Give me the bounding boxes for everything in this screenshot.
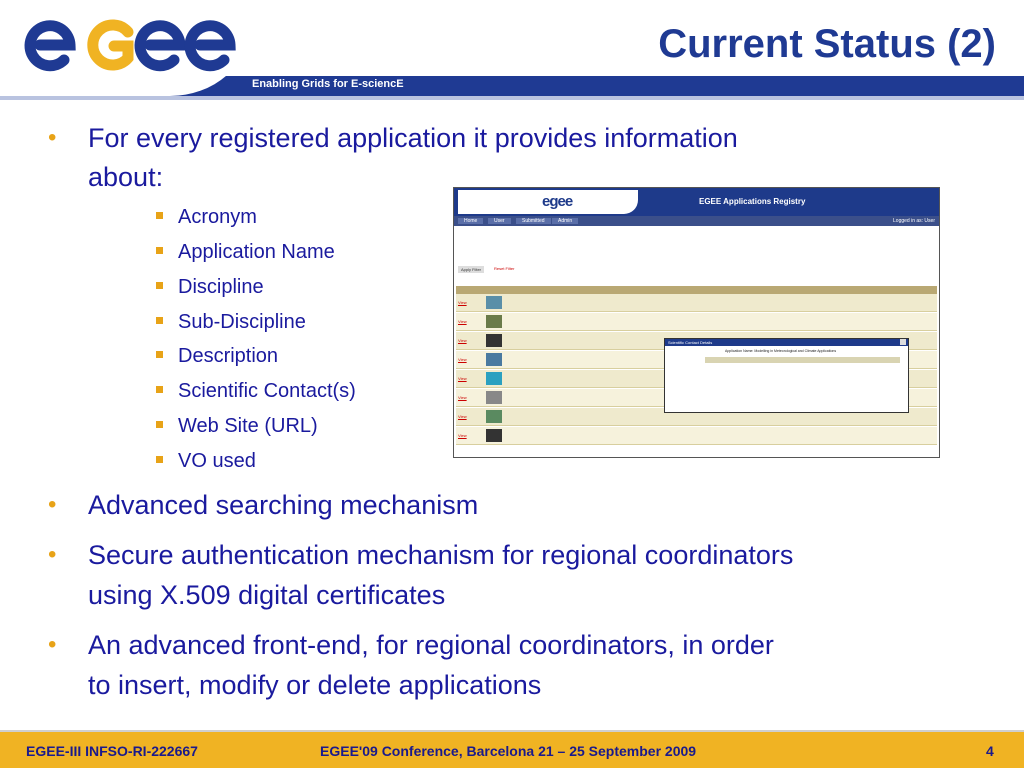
screenshot-body: Apply Filter Reset Filter View View View… [454, 226, 939, 457]
popup-table-header [705, 357, 900, 363]
sub-item: Web Site (URL) [156, 415, 318, 438]
footer-conference: EGEE'09 Conference, Barcelona 21 – 25 Se… [320, 743, 697, 759]
bullet-frontend-cont: to insert, modify or delete applications [88, 668, 541, 702]
square-bullet-icon [156, 282, 163, 289]
thumbnail-icon [486, 391, 502, 404]
screenshot-logo: egee [458, 190, 638, 214]
close-icon [900, 339, 906, 345]
sub-item: VO used [156, 450, 256, 473]
contact-details-popup: Scientific Contact Details Application N… [664, 338, 909, 413]
table-row: View [456, 294, 937, 312]
bullet-auth-cont: using X.509 digital certificates [88, 578, 445, 612]
popup-subtitle: Application Name: Modelling in Meteorolo… [725, 349, 837, 353]
bullet-frontend: • An advanced front-end, for regional co… [48, 628, 774, 662]
square-bullet-icon [156, 317, 163, 324]
sub-item-label: VO used [178, 450, 256, 472]
sub-item: Acronym [156, 206, 257, 229]
sub-item-label: Description [178, 345, 279, 367]
sub-item-label: Scientific Contact(s) [178, 380, 356, 402]
screenshot-view-link: View [458, 376, 467, 381]
screenshot-reset-filter: Reset Filter [494, 266, 515, 271]
sub-item: Discipline [156, 276, 264, 299]
footer-project-code: EGEE-III INFSO-RI-222667 [26, 743, 198, 759]
page-title: Current Status (2) [658, 22, 996, 66]
screenshot-tab-user: User [488, 218, 511, 224]
bullet-intro: • For every registered application it pr… [48, 121, 738, 155]
header-shadow [0, 96, 1024, 100]
sub-item-label: Application Name [178, 241, 335, 263]
screenshot-view-link: View [458, 319, 467, 324]
sub-item: Description [156, 345, 279, 368]
screenshot-tab-admin: Admin [552, 218, 579, 224]
screenshot-view-link: View [458, 433, 467, 438]
popup-row [705, 376, 900, 382]
bullet-text: using X.509 digital certificates [88, 580, 446, 610]
registry-screenshot: egee EGEE Applications Registry Home Use… [453, 187, 940, 458]
page-number: 4 [986, 743, 994, 759]
thumbnail-icon [486, 334, 502, 347]
thumbnail-icon [486, 429, 502, 442]
table-row: View [456, 427, 937, 445]
square-bullet-icon [156, 456, 163, 463]
bullet-text: Advanced searching mechanism [88, 490, 479, 520]
square-bullet-icon [156, 247, 163, 254]
screenshot-apply-filter: Apply Filter [458, 266, 485, 273]
egee-logo-icon [24, 19, 236, 72]
thumbnail-icon [486, 315, 502, 328]
sub-item-label: Sub-Discipline [178, 311, 306, 333]
screenshot-logged-in: Logged in as: User [893, 218, 935, 224]
bullet-dot-icon: • [48, 124, 57, 151]
bullet-intro-cont: about: [88, 160, 163, 194]
bullet-text: to insert, modify or delete applications [88, 670, 542, 700]
screenshot-logo-text: egee [542, 193, 573, 210]
bullet-dot-icon: • [48, 631, 57, 658]
screenshot-table-header [456, 286, 937, 294]
table-row: View [456, 313, 937, 331]
popup-titlebar: Scientific Contact Details [665, 339, 908, 346]
screenshot-tab-home: Home [458, 218, 484, 224]
bullet-text: about: [88, 162, 164, 192]
sub-item: Sub-Discipline [156, 311, 306, 334]
bullet-text: Secure authentication mechanism for regi… [88, 540, 794, 570]
bullet-auth: • Secure authentication mechanism for re… [48, 538, 794, 572]
square-bullet-icon [156, 386, 163, 393]
thumbnail-icon [486, 410, 502, 423]
bullet-text: An advanced front-end, for regional coor… [88, 630, 774, 660]
bullet-dot-icon: • [48, 541, 57, 568]
slide-header: Enabling Grids for E-sciencE Current Sta… [0, 0, 1024, 100]
square-bullet-icon [156, 421, 163, 428]
thumbnail-icon [486, 372, 502, 385]
screenshot-view-link: View [458, 300, 467, 305]
screenshot-view-link: View [458, 357, 467, 362]
screenshot-title: EGEE Applications Registry [699, 197, 806, 206]
screenshot-tab-submitted: Submitted [516, 218, 551, 224]
sub-item-label: Web Site (URL) [178, 415, 318, 437]
bullet-search: • Advanced searching mechanism [48, 488, 479, 522]
sub-item-label: Acronym [178, 206, 257, 228]
screenshot-header: egee EGEE Applications Registry [454, 188, 939, 216]
thumbnail-icon [486, 353, 502, 366]
logo-area [0, 0, 250, 96]
sub-item: Application Name [156, 241, 335, 264]
thumbnail-icon [486, 296, 502, 309]
screenshot-view-link: View [458, 414, 467, 419]
screenshot-nav: Home User Submitted Admin Logged in as: … [454, 216, 939, 226]
sub-item-label: Discipline [178, 276, 264, 298]
tagline: Enabling Grids for E-sciencE [252, 78, 404, 90]
sub-item: Scientific Contact(s) [156, 380, 356, 403]
screenshot-view-link: View [458, 338, 467, 343]
square-bullet-icon [156, 351, 163, 358]
screenshot-view-link: View [458, 395, 467, 400]
square-bullet-icon [156, 212, 163, 219]
bullet-text: For every registered application it prov… [88, 123, 738, 153]
bullet-dot-icon: • [48, 491, 57, 518]
